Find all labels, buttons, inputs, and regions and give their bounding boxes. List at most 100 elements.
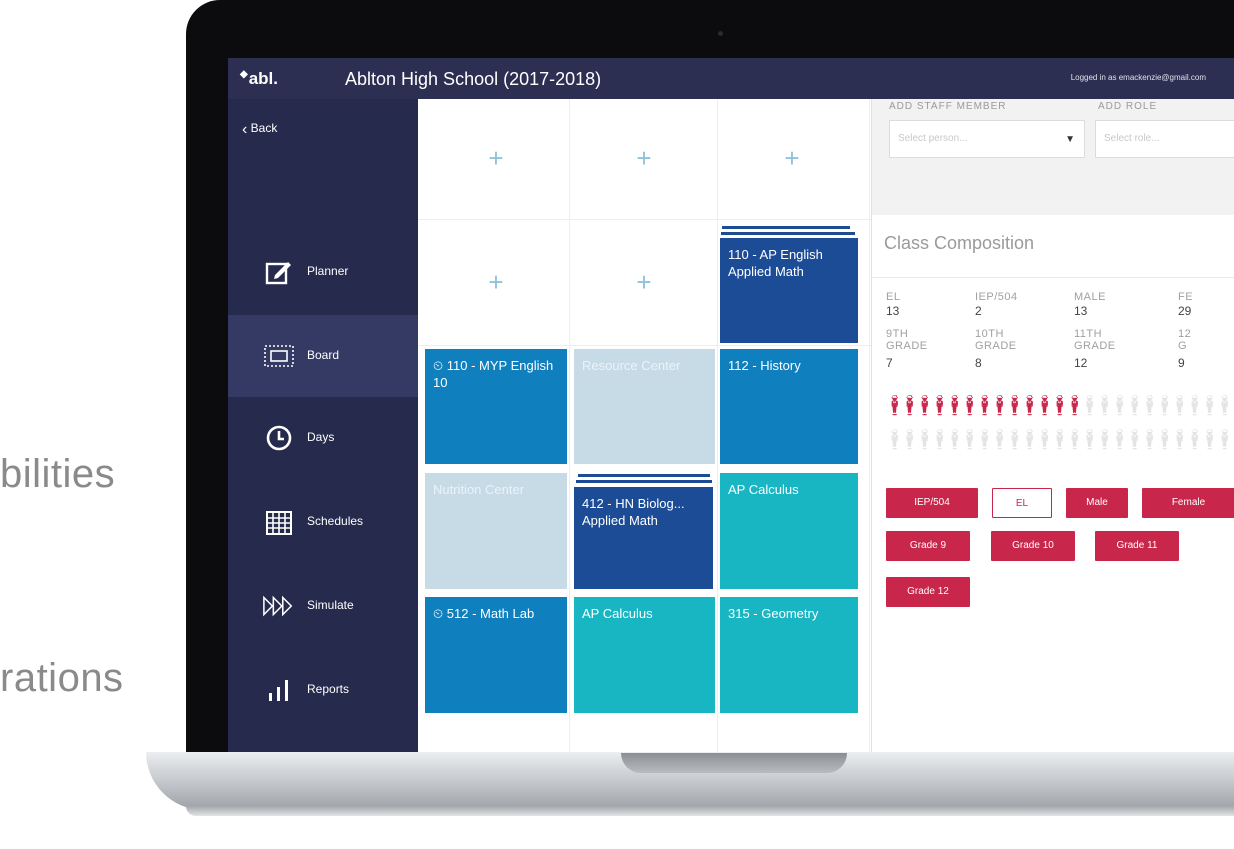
school-title: Ablton High School (2017-2018)	[345, 69, 602, 89]
background-text-2: rations	[0, 656, 124, 700]
person-icon: 🕴︎	[1017, 429, 1043, 451]
person-icon: 🕴︎	[1122, 429, 1148, 451]
add-slot-button[interactable]: +	[571, 143, 717, 174]
person-icon: 🕴︎	[957, 395, 983, 417]
stat-value: 13	[886, 304, 900, 318]
class-card-myp-english[interactable]: ⏲ 110 - MYP English 10	[425, 349, 567, 464]
person-icon: 🕴︎	[1062, 429, 1088, 451]
sidebar-item-label: Simulate	[307, 598, 354, 612]
grid-line	[869, 99, 870, 752]
camera-dot	[718, 31, 723, 36]
person-icon: 🕴︎	[1182, 429, 1208, 451]
person-icon: 🕴︎	[942, 395, 968, 417]
sidebar-item-schedules[interactable]: Schedules	[228, 481, 418, 563]
grid-line	[717, 99, 718, 752]
back-label: Back	[250, 121, 278, 135]
stat-label: MALE	[1074, 291, 1106, 303]
staff-role-controls: ADD STAFF MEMBER ADD ROLE Select person.…	[872, 99, 1234, 214]
chevron-left-icon: ‹	[242, 121, 248, 138]
sidebar-item-label: Reports	[307, 682, 350, 696]
sidebar-item-days[interactable]: Days	[228, 397, 418, 479]
filter-tag-male[interactable]: Male	[1066, 488, 1128, 518]
add-slot-button[interactable]: +	[719, 143, 865, 174]
app-logo[interactable]: ◆abl.	[240, 69, 278, 89]
class-card-history[interactable]: 112 - History	[720, 349, 858, 464]
sidebar: ‹ Back Planner Board Days Schedules Simu…	[228, 99, 418, 752]
add-slot-button[interactable]: +	[571, 267, 717, 298]
calendar-grid-icon	[262, 505, 296, 539]
select-person-dropdown[interactable]: Select person... ▼	[889, 120, 1085, 158]
class-card-nutrition-center[interactable]: Nutrition Center	[425, 473, 567, 589]
person-icon: 🕴︎	[1002, 395, 1028, 417]
class-card-ap-calculus[interactable]: AP Calculus	[720, 473, 858, 589]
select-role-dropdown[interactable]: Select role...	[1095, 120, 1234, 158]
stat-label: IEP/504	[975, 291, 1018, 303]
add-staff-label: ADD STAFF MEMBER	[889, 101, 1007, 112]
person-icon: 🕴︎	[1077, 395, 1103, 417]
logo-mark-icon: ◆	[240, 69, 248, 80]
filter-tag-grade-10[interactable]: Grade 10	[991, 531, 1075, 561]
person-icon: 🕴︎	[1032, 395, 1058, 417]
filter-tag-grade-11[interactable]: Grade 11	[1095, 531, 1179, 561]
sidebar-item-board[interactable]: Board	[228, 315, 418, 397]
clock-icon: ⏲	[433, 606, 444, 621]
stat-label: 12 G	[1178, 328, 1192, 352]
add-slot-button[interactable]: +	[423, 267, 569, 298]
person-icon: 🕴︎	[912, 395, 938, 417]
person-icon: 🕴︎	[1032, 429, 1058, 451]
pencil-square-icon	[262, 255, 296, 289]
stat-value: 12	[1074, 356, 1088, 370]
logo-text: abl.	[248, 69, 278, 88]
person-icon: 🕴︎	[1062, 395, 1088, 417]
person-icon: 🕴︎	[927, 395, 953, 417]
class-card-hn-biology[interactable]: 412 - HN Biolog... Applied Math	[574, 487, 713, 589]
clock-icon: ⏲	[433, 358, 444, 373]
class-card-math-lab[interactable]: ⏲ 512 - Math Lab	[425, 597, 567, 713]
grid-line	[418, 219, 871, 220]
stat-label: 9TH GRADE	[886, 328, 928, 352]
stat-label: EL	[886, 291, 901, 303]
caret-down-icon: ▼	[1065, 134, 1075, 145]
person-icon: 🕴︎	[1197, 395, 1223, 417]
class-composition: Class Composition EL 13 IEP/504 2 MALE 1…	[872, 215, 1234, 752]
class-card-geometry[interactable]: 315 - Geometry	[720, 597, 858, 713]
class-card-resource-center[interactable]: Resource Center	[574, 349, 715, 464]
person-icon: 🕴︎	[972, 395, 998, 417]
laptop-notch	[621, 753, 847, 773]
person-icon: 🕴︎	[1152, 395, 1178, 417]
clock-icon	[262, 421, 296, 455]
filter-tag-female[interactable]: Female	[1142, 488, 1234, 518]
filter-tag-el[interactable]: EL	[992, 488, 1052, 518]
person-icon: 🕴︎	[897, 429, 923, 451]
laptop-foot	[186, 806, 1234, 816]
person-icon: 🕴︎	[882, 395, 908, 417]
back-button[interactable]: ‹ Back	[242, 121, 277, 139]
add-role-label: ADD ROLE	[1098, 101, 1158, 112]
fast-forward-icon	[262, 589, 296, 623]
add-slot-button[interactable]: +	[423, 143, 569, 174]
person-icon: 🕴︎	[1137, 395, 1163, 417]
person-icon: 🕴︎	[1107, 429, 1133, 451]
sidebar-item-simulate[interactable]: Simulate	[228, 565, 418, 647]
app-screen: ◆abl. Ablton High School (2017-2018) Log…	[228, 58, 1234, 752]
stat-value: 2	[975, 304, 982, 318]
sidebar-item-label: Planner	[307, 264, 349, 278]
person-icon: 🕴︎	[1077, 429, 1103, 451]
person-icon: 🕴︎	[1017, 395, 1043, 417]
sidebar-item-planner[interactable]: Planner	[228, 231, 418, 313]
sidebar-item-label: Schedules	[307, 514, 364, 528]
class-card-ap-english[interactable]: 110 - AP English Applied Math	[720, 238, 858, 343]
bar-chart-icon	[262, 673, 296, 707]
filter-tag-grade-9[interactable]: Grade 9	[886, 531, 970, 561]
person-icon: 🕴︎	[957, 429, 983, 451]
person-icon: 🕴︎	[1092, 395, 1118, 417]
sidebar-item-reports[interactable]: Reports	[228, 649, 418, 731]
select-person-placeholder: Select person...	[898, 133, 968, 144]
filter-tag-iep[interactable]: IEP/504	[886, 488, 978, 518]
filter-tag-grade-12[interactable]: Grade 12	[886, 577, 970, 607]
divider	[872, 277, 1234, 278]
person-icon: 🕴︎	[987, 395, 1013, 417]
class-card-ap-calculus-2[interactable]: AP Calculus	[574, 597, 715, 713]
person-icon: 🕴︎	[927, 429, 953, 451]
stat-label: 10TH GRADE	[975, 328, 1017, 352]
